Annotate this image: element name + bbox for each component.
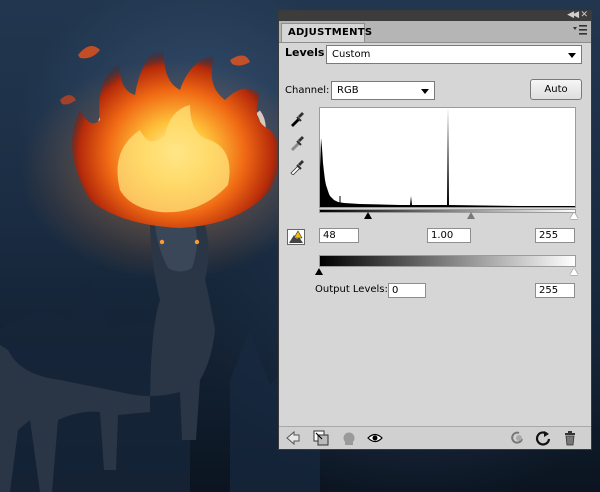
white-eyedropper-icon[interactable] (289, 159, 305, 175)
reset-icon[interactable] (535, 430, 551, 446)
channel-value: RGB (337, 85, 359, 96)
preset-select[interactable]: Custom (326, 45, 582, 64)
input-white-slider[interactable] (570, 212, 578, 219)
gray-eyedropper-icon[interactable] (289, 135, 305, 151)
close-icon[interactable]: ✕ (580, 10, 588, 20)
output-levels-label: Output Levels: (315, 284, 388, 295)
input-gamma-slider[interactable] (467, 212, 475, 219)
output-black-field[interactable]: 0 (388, 283, 426, 298)
clipping-warning-icon[interactable] (287, 229, 305, 245)
clip-to-layer-icon[interactable] (313, 430, 329, 446)
output-black-slider[interactable] (315, 268, 323, 275)
eye-icon[interactable] (367, 430, 383, 446)
input-levels-track (319, 209, 576, 213)
panel-tab-strip: ADJUSTMENTS (279, 21, 591, 43)
chevron-down-icon (568, 53, 576, 58)
channel-select[interactable]: RGB (331, 81, 435, 100)
input-white-field[interactable]: 255 (535, 228, 575, 243)
input-gamma-field[interactable]: 1.00 (427, 228, 471, 243)
tab-adjustments[interactable]: ADJUSTMENTS (281, 23, 372, 42)
input-black-field[interactable]: 48 (319, 228, 359, 243)
output-white-slider[interactable] (570, 268, 578, 275)
chevron-down-icon (421, 89, 429, 94)
view-previous-state-icon[interactable] (509, 430, 525, 446)
panel-title-bar[interactable]: ◀◀ ✕ (279, 10, 591, 21)
output-levels-gradient (319, 255, 576, 267)
channel-label: Channel: (285, 85, 330, 96)
output-white-field[interactable]: 255 (535, 283, 575, 298)
trash-icon[interactable] (562, 430, 578, 446)
adjustments-panel: ◀◀ ✕ ADJUSTMENTS Levels Custom Channel: … (278, 10, 592, 450)
collapse-icon[interactable]: ◀◀ (567, 10, 579, 20)
histogram-graph (320, 108, 575, 207)
black-eyedropper-icon[interactable] (289, 111, 305, 127)
back-arrow-icon[interactable] (285, 430, 301, 446)
preset-value: Custom (332, 49, 371, 60)
panel-menu-icon[interactable] (573, 25, 587, 35)
input-black-slider[interactable] (364, 212, 372, 219)
histogram (319, 107, 576, 208)
visibility-toggle-icon[interactable] (341, 430, 357, 446)
panel-bottom-toolbar (279, 426, 591, 449)
auto-button[interactable]: Auto (530, 79, 582, 100)
adjustment-name-label: Levels (285, 46, 325, 59)
